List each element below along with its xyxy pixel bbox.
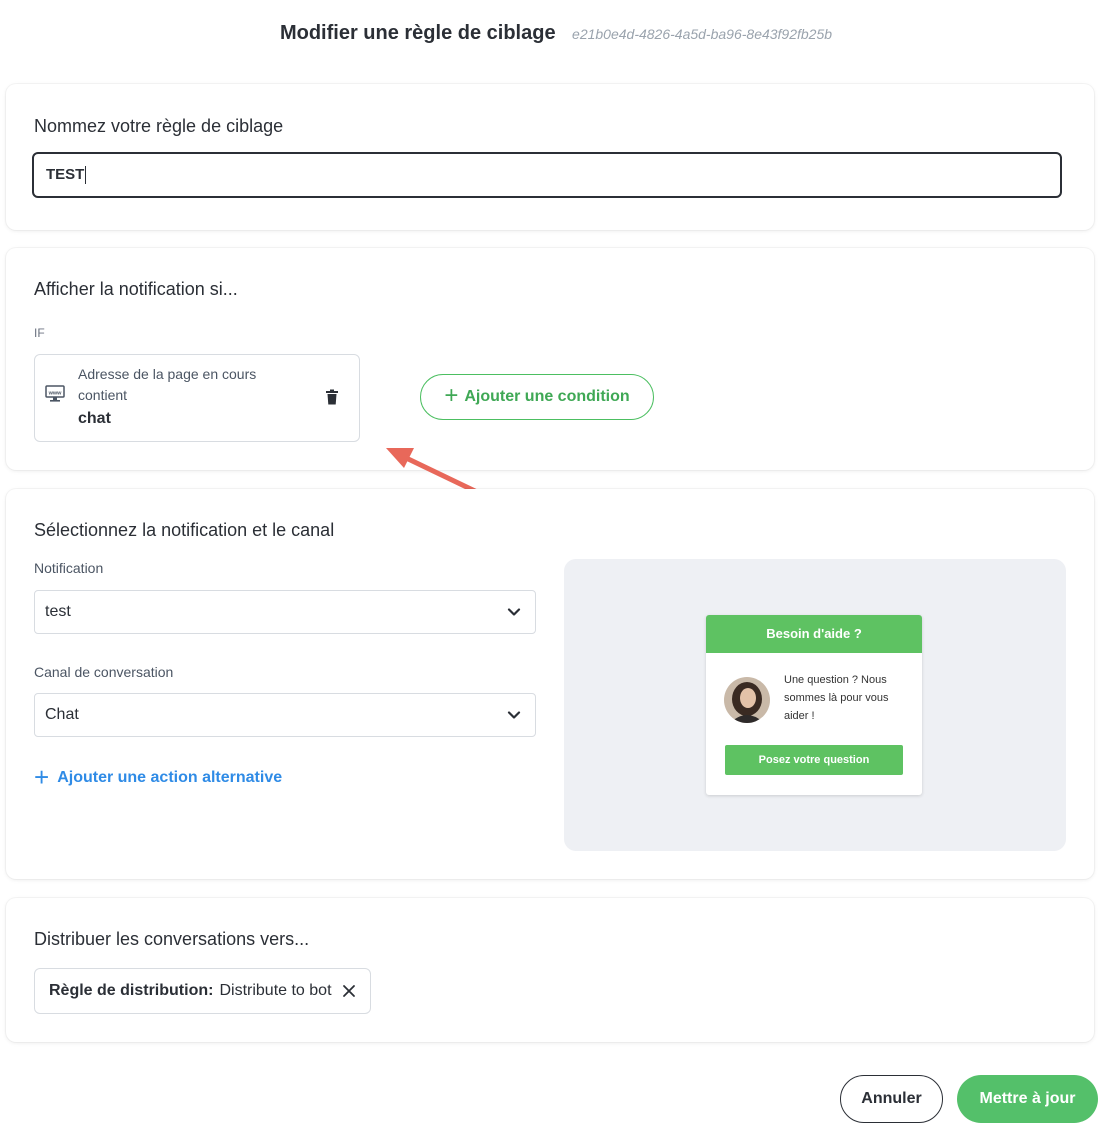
widget-message: Une question ? Nous sommes là pour vous … xyxy=(784,674,889,722)
agent-avatar xyxy=(724,677,770,723)
notification-label: Notification xyxy=(34,560,104,576)
if-label: IF xyxy=(34,326,45,340)
cancel-button[interactable]: Annuler xyxy=(840,1075,943,1123)
chat-widget-preview: Besoin d'aide ? Une question ? Nous somm… xyxy=(706,615,922,795)
notification-card: Sélectionnez la notification et le canal… xyxy=(6,489,1094,879)
notification-section-title: Sélectionnez la notification et le canal xyxy=(34,520,335,540)
distribution-tag-label: Règle de distribution: xyxy=(49,982,214,999)
svg-text:www: www xyxy=(48,391,63,397)
text-caret xyxy=(85,166,87,185)
add-alternative-action-link[interactable]: + Ajouter une action alternative xyxy=(34,762,283,792)
channel-value: Chat xyxy=(45,706,79,723)
distribution-rule-tag: Règle de distribution: Distribute to bot xyxy=(34,968,371,1014)
conditions-section-title: Afficher la notification si... xyxy=(34,279,238,299)
plus-icon: + xyxy=(34,762,50,792)
page-title: Modifier une règle de ciblage xyxy=(279,22,556,44)
distribution-tag-value: Distribute to bot xyxy=(219,982,332,999)
condition-value: chat xyxy=(78,410,111,427)
rule-name-input[interactable]: TEST xyxy=(32,152,1062,198)
chevron-down-icon xyxy=(507,608,521,616)
rule-id: e21b0e4d-4826-4a5d-ba96-8e43f92fb25b xyxy=(572,26,833,42)
distribution-section-title: Distribuer les conversations vers... xyxy=(34,929,310,949)
channel-label: Canal de conversation xyxy=(34,664,174,680)
trash-icon[interactable] xyxy=(325,389,339,405)
www-icon: www xyxy=(45,385,65,402)
condition-operator: contient xyxy=(78,387,128,403)
close-icon[interactable] xyxy=(342,984,356,998)
plus-icon: + xyxy=(444,382,459,409)
widget-header: Besoin d'aide ? xyxy=(706,615,922,653)
alt-action-label: Ajouter une action alternative xyxy=(57,769,283,786)
notification-select[interactable]: test xyxy=(34,590,536,634)
conditions-card: Afficher la notification si... IF www Ad… xyxy=(6,248,1094,470)
update-button[interactable]: Mettre à jour xyxy=(957,1075,1098,1123)
name-card: Nommez votre règle de ciblage TEST xyxy=(6,84,1094,230)
notification-preview: Besoin d'aide ? Une question ? Nous somm… xyxy=(564,559,1066,851)
channel-select[interactable]: Chat xyxy=(34,693,536,737)
distribution-card: Distribuer les conversations vers... Règ… xyxy=(6,898,1094,1042)
notification-value: test xyxy=(45,603,71,620)
rule-name-value: TEST xyxy=(46,166,85,183)
name-section-title: Nommez votre règle de ciblage xyxy=(34,116,284,136)
widget-ask-button: Posez votre question xyxy=(725,745,903,775)
page-header: Modifier une règle de ciblage e21b0e4d-4… xyxy=(0,22,1112,45)
condition-field: Adresse de la page en cours xyxy=(78,366,257,382)
add-condition-button[interactable]: + Ajouter une condition xyxy=(420,374,654,420)
chevron-down-icon xyxy=(507,711,521,719)
add-condition-label: Ajouter une condition xyxy=(464,388,630,405)
condition-card[interactable]: www Adresse de la page en cours contient… xyxy=(34,354,360,442)
